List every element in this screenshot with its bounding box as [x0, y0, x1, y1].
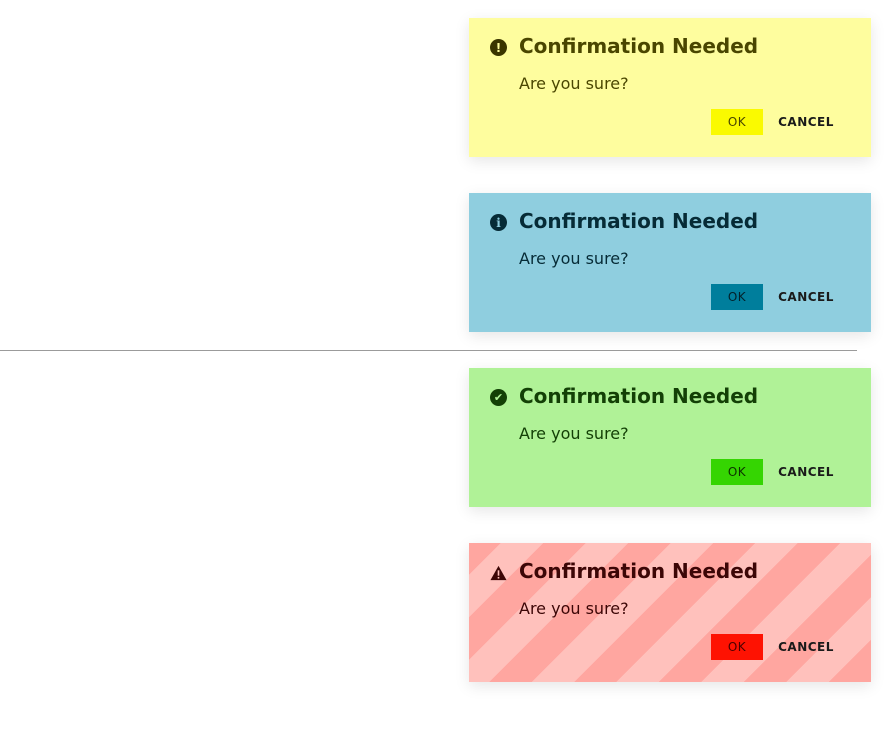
check-circle-icon: ✔: [490, 389, 507, 406]
confirmation-dialog-success: ✔ Confirmation Needed Are you sure? OK C…: [469, 368, 871, 507]
cancel-button[interactable]: CANCEL: [771, 109, 841, 135]
dialog-message: Are you sure?: [519, 424, 629, 443]
info-circle-icon: i: [490, 214, 507, 231]
confirmation-dialog-danger: Confirmation Needed Are you sure? OK CAN…: [469, 543, 871, 682]
ok-button[interactable]: OK: [711, 634, 763, 660]
dialog-message: Are you sure?: [519, 74, 629, 93]
ok-button[interactable]: OK: [711, 284, 763, 310]
dialog-title: Confirmation Needed: [519, 209, 759, 233]
horizontal-divider: [0, 350, 857, 351]
confirmation-dialog-warning: ! Confirmation Needed Are you sure? OK C…: [469, 18, 871, 157]
confirmation-dialog-info: i Confirmation Needed Are you sure? OK C…: [469, 193, 871, 332]
dialog-title: Confirmation Needed: [519, 384, 759, 408]
page: ! Confirmation Needed Are you sure? OK C…: [0, 0, 890, 731]
ok-button[interactable]: OK: [711, 109, 763, 135]
dialog-title: Confirmation Needed: [519, 34, 759, 58]
dialog-message: Are you sure?: [519, 249, 629, 268]
warning-triangle-icon: [490, 564, 507, 581]
dialog-message: Are you sure?: [519, 599, 629, 618]
cancel-button[interactable]: CANCEL: [771, 284, 841, 310]
dialog-title: Confirmation Needed: [519, 559, 759, 583]
cancel-button[interactable]: CANCEL: [771, 634, 841, 660]
cancel-button[interactable]: CANCEL: [771, 459, 841, 485]
ok-button[interactable]: OK: [711, 459, 763, 485]
exclamation-circle-icon: !: [490, 39, 507, 56]
